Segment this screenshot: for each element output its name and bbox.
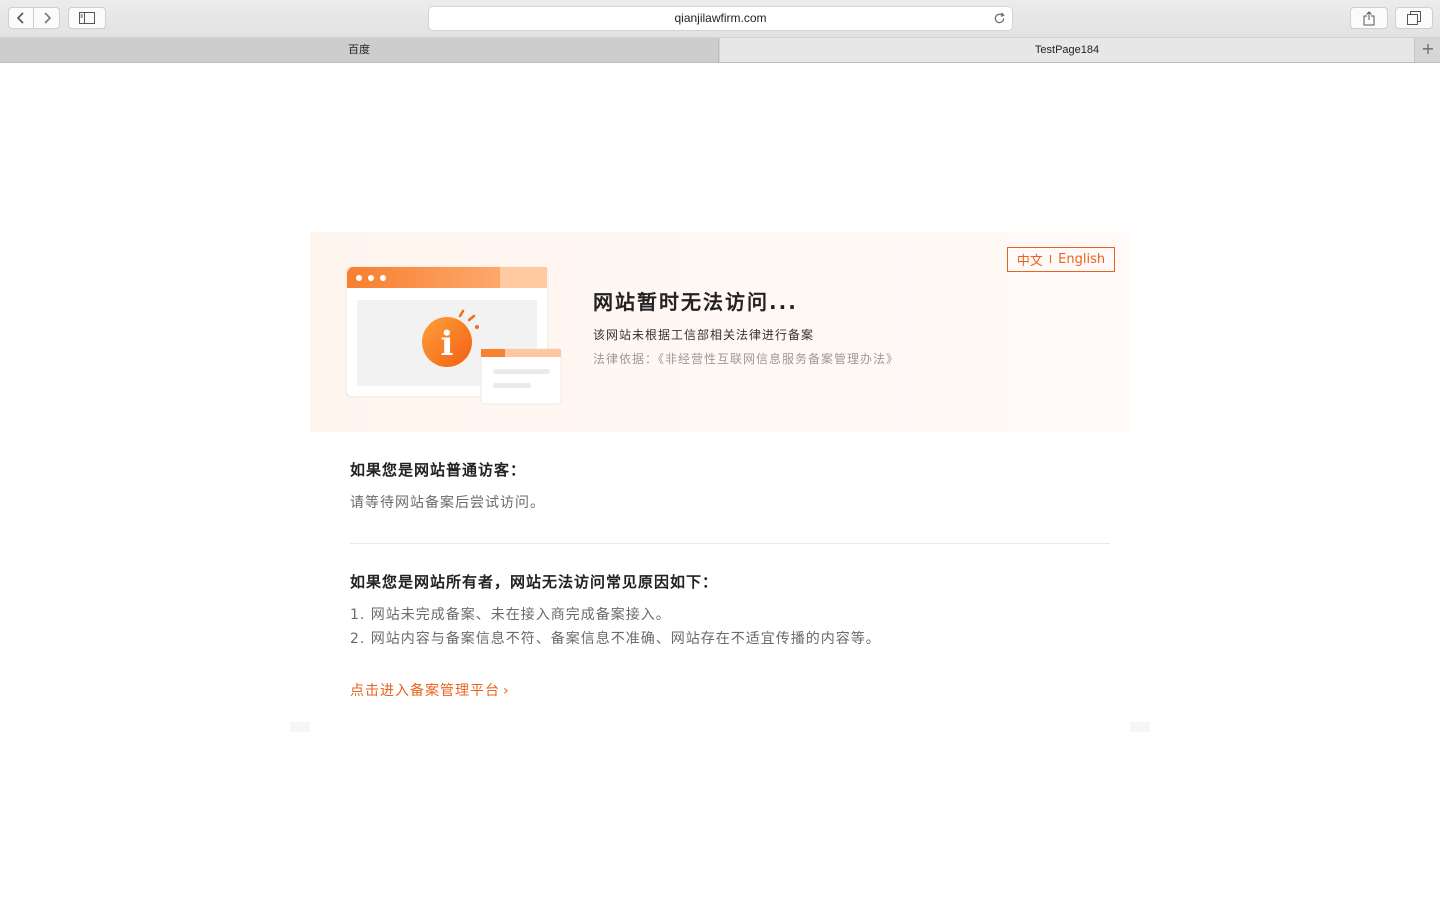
section-divider bbox=[350, 543, 1110, 544]
share-icon bbox=[1363, 10, 1375, 25]
browser-warning-illustration: i bbox=[345, 266, 562, 405]
chevron-left-icon bbox=[16, 12, 24, 24]
list-item: 2. 网站内容与备案信息不符、备案信息不准确、网站存在不适宜传播的内容等。 bbox=[350, 631, 881, 647]
visitor-section-text: 请等待网站备案后尝试访问。 bbox=[350, 495, 545, 511]
page-headline: 网站暂时无法访问... bbox=[593, 290, 798, 314]
reload-icon[interactable] bbox=[993, 12, 1006, 25]
lang-separator: I bbox=[1048, 253, 1053, 266]
list-item: 1. 网站未完成备案、未在接入商完成备案接入。 bbox=[350, 607, 671, 623]
tabs-overview-icon bbox=[1407, 11, 1421, 25]
share-button[interactable] bbox=[1350, 7, 1388, 29]
lang-en-link[interactable]: English bbox=[1058, 252, 1105, 267]
filing-notice: 该网站未根据工信部相关法律进行备案 bbox=[593, 328, 815, 342]
reason-list: 1. 网站未完成备案、未在接入商完成备案接入。 2. 网站内容与备案信息不符、备… bbox=[350, 603, 881, 651]
language-switch: 中文 I English bbox=[1007, 247, 1115, 272]
tab-bar: 百度 TestPage184 + bbox=[0, 38, 1440, 63]
chevron-right-icon: › bbox=[503, 683, 510, 699]
address-bar[interactable]: qianjilawfirm.com bbox=[428, 6, 1013, 31]
nav-buttons bbox=[8, 7, 60, 29]
page-edge-left bbox=[290, 722, 310, 732]
page-edge-right bbox=[1130, 722, 1150, 732]
chevron-right-icon bbox=[43, 12, 51, 24]
beian-platform-link[interactable]: 点击进入备案管理平台 › bbox=[350, 680, 510, 700]
sidebar-button[interactable] bbox=[68, 7, 106, 29]
sidebar-icon bbox=[79, 12, 95, 24]
tab-baidu[interactable]: 百度 bbox=[0, 38, 719, 62]
visitor-section-title: 如果您是网站普通访客： bbox=[350, 461, 527, 479]
back-button[interactable] bbox=[8, 7, 34, 29]
owner-section-title: 如果您是网站所有者，网站无法访问常见原因如下： bbox=[350, 573, 719, 591]
svg-text:i: i bbox=[441, 324, 454, 364]
new-tab-button[interactable]: + bbox=[1416, 38, 1440, 62]
legal-basis: 法律依据：《非经营性互联网信息服务备案管理办法》 bbox=[593, 352, 900, 366]
forward-button[interactable] bbox=[34, 7, 60, 29]
beian-link-label: 点击进入备案管理平台 bbox=[350, 683, 500, 699]
lang-zh-link[interactable]: 中文 bbox=[1017, 250, 1043, 269]
browser-toolbar: qianjilawfirm.com bbox=[0, 0, 1440, 38]
address-url: qianjilawfirm.com bbox=[674, 11, 767, 25]
tab-testpage184[interactable]: TestPage184 bbox=[720, 38, 1415, 62]
tabs-overview-button[interactable] bbox=[1395, 7, 1433, 29]
